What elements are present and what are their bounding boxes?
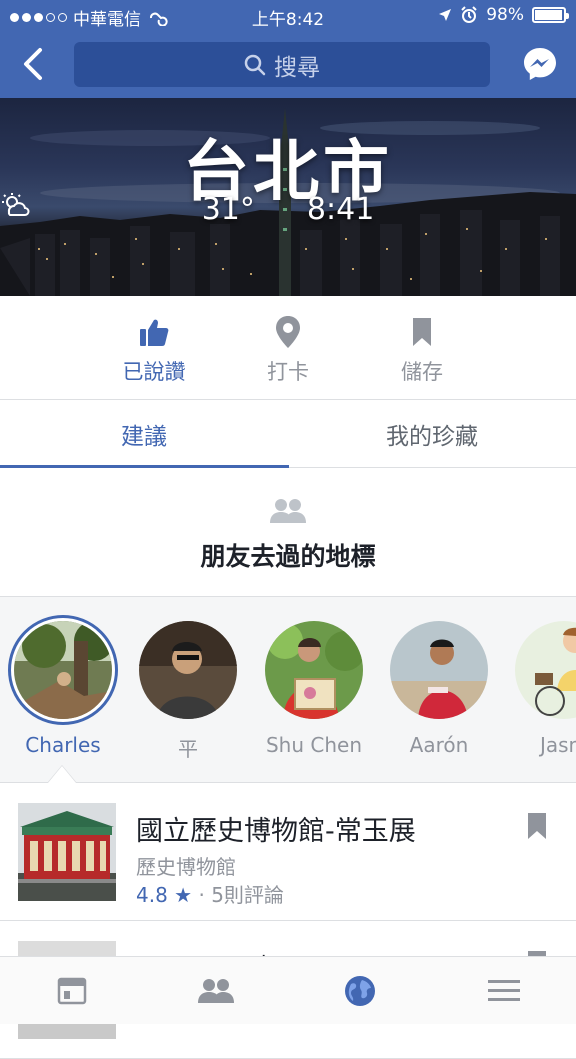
place-name: 國立歷史博物館-常玉展 [136,816,416,847]
save-label: 儲存 [401,360,443,384]
save-button[interactable]: 儲存 [362,314,482,386]
menu-icon [488,980,520,1001]
friend-name: Aarón [409,733,469,757]
search-icon [244,54,266,75]
check-in-button[interactable]: 打卡 [228,314,348,386]
friend-name: Charles [25,733,101,757]
nav-menu[interactable] [474,971,534,1011]
bookmark-icon[interactable] [526,811,548,841]
like-label: 已說讚 [122,360,186,384]
active-tab-indicator [0,465,289,468]
avatar [515,621,576,719]
bottom-navigation [0,956,576,1024]
friend-name: Shu Chen [265,733,363,757]
globe-icon [345,976,375,1006]
temperature: 31° [201,192,255,227]
bookmark-icon [413,318,431,346]
avatar [139,621,237,719]
status-right: 98% [438,5,569,25]
friend-name: Jasm [539,733,576,757]
rating-separator: · [198,883,205,907]
back-chevron-icon[interactable] [16,44,52,84]
city-hero-image: 台北市 31° 8:41 [0,98,576,296]
top-bar: 中華電信 上午8:42 98% 搜尋 [0,0,576,98]
battery-percent: 98% [486,5,524,25]
alarm-icon [461,6,477,23]
tab-bar: 建議 我的珍藏 [0,400,576,468]
tab-my-collection[interactable]: 我的珍藏 [288,400,576,468]
avatar [265,621,363,719]
friends-icon [270,499,306,523]
action-bar: 已說讚 打卡 儲存 [0,296,576,400]
place-category: 歷史博物館 [136,855,236,879]
selected-ring [8,615,118,725]
friend-shu-chen[interactable]: Shu Chen [254,621,374,757]
news-feed-icon [57,977,87,1005]
nav-news-feed[interactable] [42,971,102,1011]
section-header: 朋友去過的地標 [0,469,576,597]
star-icon: ★ [174,883,193,907]
friends-icon [198,979,234,1003]
nav-friends[interactable] [186,971,246,1011]
friends-carousel: Charles 平 Shu Chen Aarón Jasm [0,597,576,783]
location-pin-icon [276,316,300,348]
friend-name: 平 [178,737,198,761]
place-row[interactable]: 國立歷史博物館-常玉展 歷史博物館 4.8 ★ · 5則評論 [0,783,576,921]
location-arrow-icon [439,9,452,21]
local-time: 8:41 [306,192,375,227]
avatar [390,621,488,719]
friend-aaron[interactable]: Aarón [379,621,499,757]
tab-suggestions[interactable]: 建議 [0,400,288,468]
like-button[interactable]: 已說讚 [94,314,214,386]
friend-ping[interactable]: 平 [128,621,248,762]
rating-value: 4.8 [136,883,168,907]
partly-cloudy-icon [2,193,30,216]
selection-pointer [48,766,76,783]
place-thumbnail [18,803,116,901]
place-rating-row: 4.8 ★ · 5則評論 [136,879,284,908]
nav-globe[interactable] [330,971,390,1011]
status-bar: 中華電信 上午8:42 98% [0,0,576,32]
section-title: 朋友去過的地標 [200,542,376,571]
avatar [14,621,112,719]
search-placeholder: 搜尋 [274,54,320,81]
battery-icon [532,7,569,23]
search-bar[interactable]: 搜尋 [74,42,490,87]
check-in-label: 打卡 [267,360,309,384]
friend-jasm[interactable]: Jasm [504,621,576,757]
messenger-icon[interactable] [522,46,558,82]
weather-row: 31° 8:41 [0,192,576,227]
friend-charles[interactable]: Charles [3,615,123,757]
thumbs-up-icon [140,319,169,346]
review-count: 5則評論 [211,883,284,907]
